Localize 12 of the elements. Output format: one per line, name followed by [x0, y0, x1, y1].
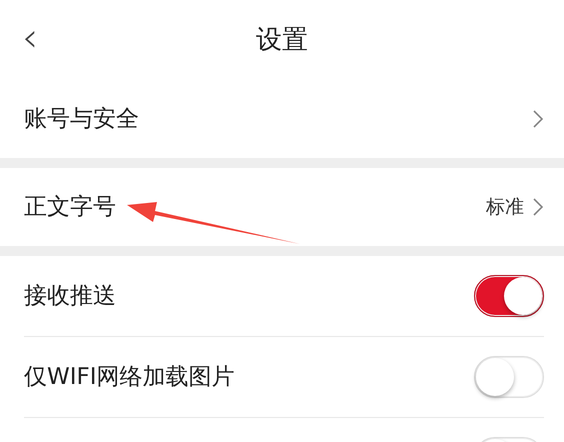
- chevron-icon: [532, 197, 544, 217]
- settings-row[interactable]: 正文字号 标准: [0, 168, 564, 246]
- setting-label: 正文字号: [24, 192, 116, 222]
- settings-row[interactable]: 账号与安全: [0, 80, 564, 158]
- setting-label: 账号与安全: [24, 104, 139, 134]
- setting-label: 仅WIFI网络加载图片: [24, 362, 235, 392]
- chevron-icon: [532, 109, 544, 129]
- setting-label: 接收推送: [24, 282, 116, 311]
- back-button[interactable]: ‹: [22, 18, 38, 58]
- page-title: 设置: [256, 24, 308, 56]
- toggle-switch[interactable]: [474, 275, 544, 317]
- setting-value: 标准: [486, 194, 524, 220]
